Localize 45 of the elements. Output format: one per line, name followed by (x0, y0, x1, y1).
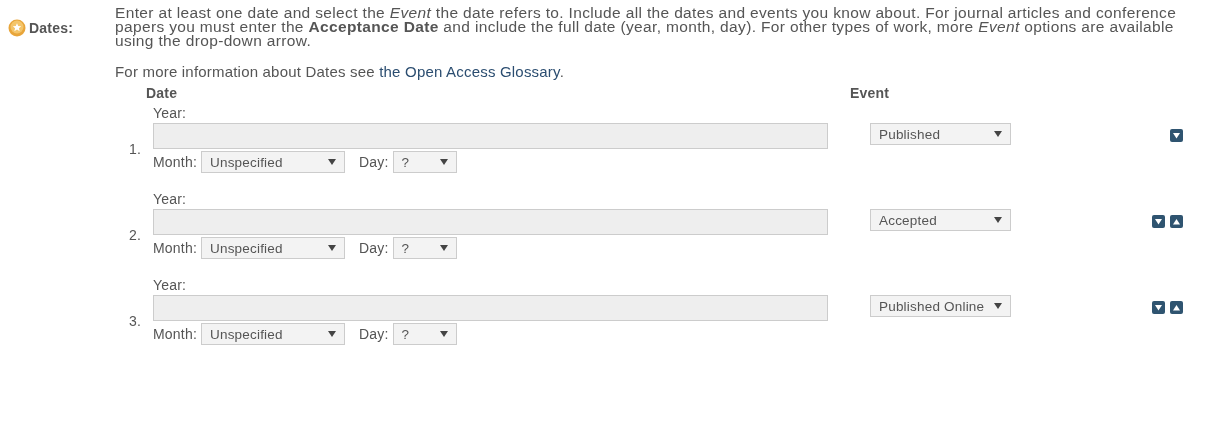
caret-icon (994, 217, 1002, 223)
year-label: Year: (153, 190, 188, 209)
day-dropdown[interactable]: ? (392, 323, 457, 345)
event-dropdown[interactable]: Accepted (870, 209, 1011, 231)
month-label: Month: (153, 154, 197, 170)
row-number: 2. (128, 227, 141, 243)
day-label: Day: (359, 240, 389, 256)
row-number: 1. (128, 141, 141, 157)
day-dropdown[interactable]: ? (392, 151, 457, 173)
caret-icon (439, 331, 448, 337)
year-label: Year: (153, 276, 188, 295)
glossary-link[interactable]: the Open Access Glossary (379, 63, 560, 80)
caret-icon (328, 245, 336, 251)
field-label: Dates: (29, 20, 73, 36)
info-text: For more information about Dates see (115, 63, 375, 80)
move-up-button[interactable] (1170, 215, 1183, 228)
year-field[interactable] (153, 123, 828, 149)
caret-icon (994, 131, 1002, 137)
year-field[interactable] (153, 209, 828, 235)
move-up-button[interactable] (1170, 301, 1183, 314)
column-header: Event (850, 85, 890, 101)
month-dropdown[interactable]: Unspecified (201, 323, 345, 345)
event-dropdown[interactable]: Published Online (870, 295, 1011, 317)
day-label: Day: (359, 326, 389, 342)
month-label: Month: (153, 240, 197, 256)
move-down-button[interactable] (1152, 215, 1165, 228)
month-dropdown[interactable]: Unspecified (201, 151, 345, 173)
caret-icon (328, 159, 336, 165)
day-dropdown[interactable]: ? (392, 237, 457, 259)
year-field[interactable] (153, 295, 828, 321)
month-label: Month: (153, 326, 197, 342)
row-number: 3. (128, 313, 141, 329)
event-dropdown[interactable]: Published (870, 123, 1011, 145)
column-header: Date (146, 85, 178, 101)
move-down-button[interactable] (1170, 129, 1183, 142)
instructions: Enter at least one date and select the Event the date refers to. Include all the dates and events you know about. For journal articles and conference papers you must enter the Acceptance Date and include the full date (year, month, day). For other types of work, more Event options are available using the drop-down arrow. (115, 6, 1178, 48)
move-down-button[interactable] (1152, 301, 1165, 314)
star-icon (8, 19, 26, 37)
caret-icon (328, 331, 336, 337)
caret-icon (439, 159, 448, 165)
caret-icon (994, 303, 1002, 309)
month-dropdown[interactable]: Unspecified (201, 237, 345, 259)
caret-icon (439, 245, 448, 251)
day-label: Day: (359, 154, 389, 170)
year-label: Year: (153, 104, 188, 123)
